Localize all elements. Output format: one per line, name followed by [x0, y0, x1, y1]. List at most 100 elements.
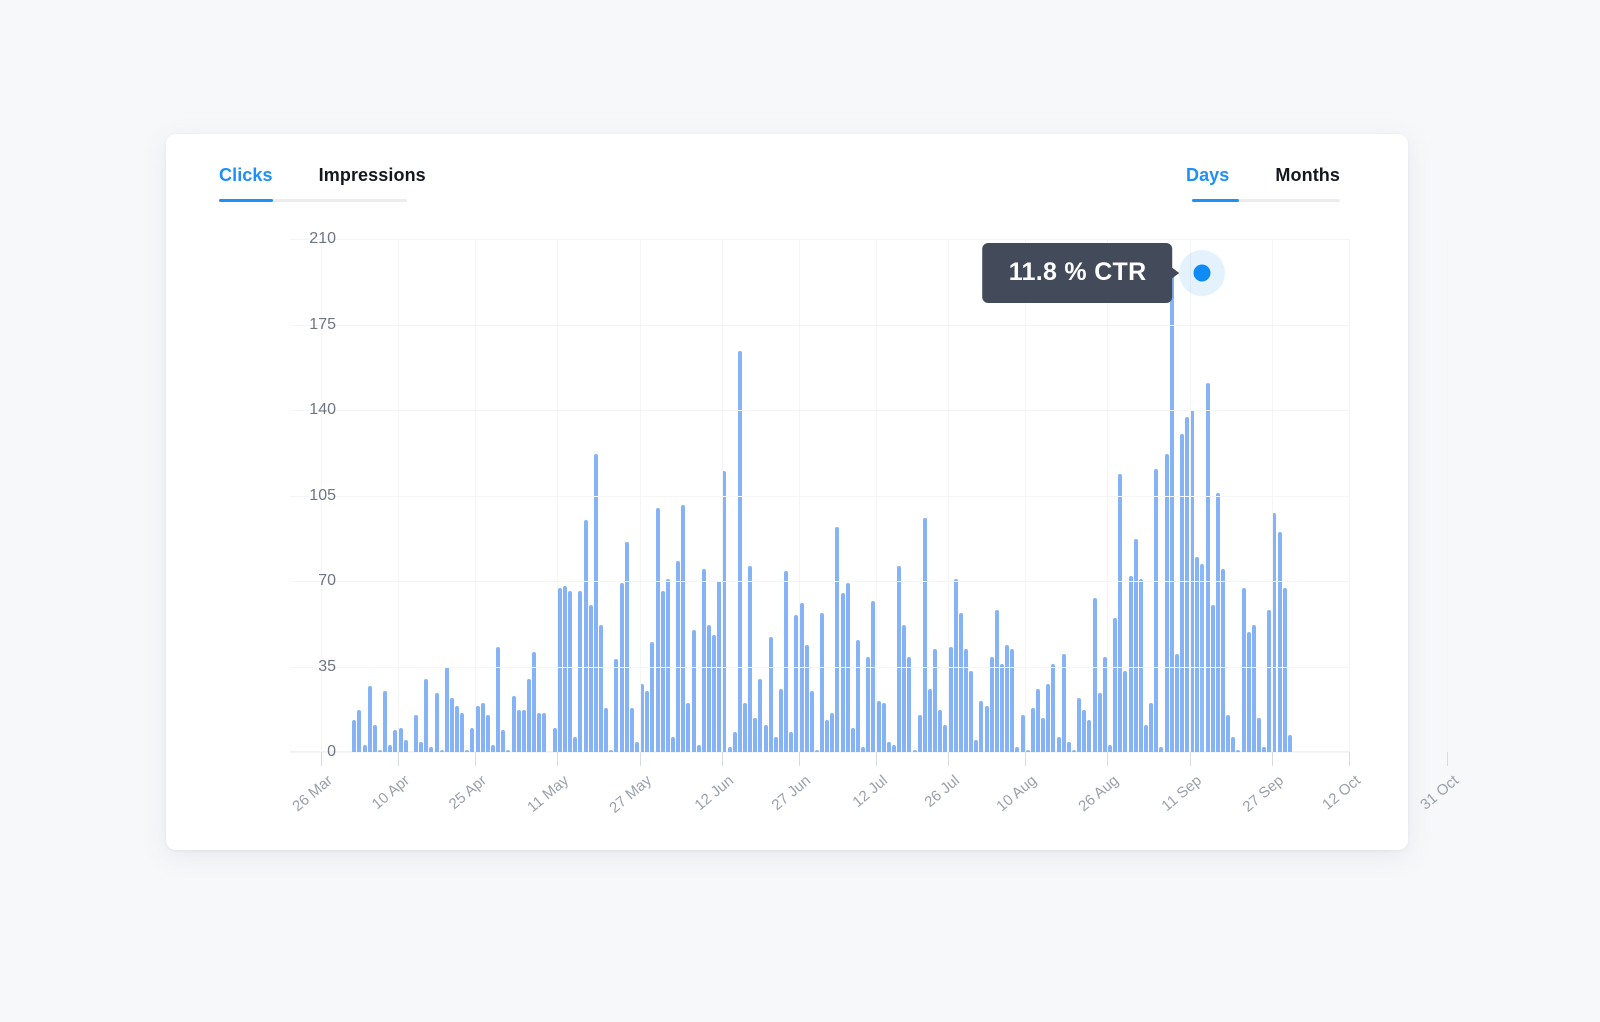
bar[interactable] — [1164, 453, 1169, 752]
bar[interactable] — [753, 717, 758, 752]
bar[interactable] — [892, 744, 897, 752]
bar[interactable] — [393, 730, 398, 752]
bar[interactable] — [372, 725, 377, 752]
bar[interactable] — [722, 471, 727, 752]
bar[interactable] — [804, 644, 809, 752]
bar[interactable] — [881, 703, 886, 752]
bar[interactable] — [568, 590, 573, 752]
bar[interactable] — [856, 639, 861, 752]
bar[interactable] — [449, 698, 454, 752]
bar[interactable] — [398, 727, 403, 752]
bar[interactable] — [475, 705, 480, 752]
bar[interactable] — [1241, 588, 1246, 752]
bar[interactable] — [583, 519, 588, 752]
bar[interactable] — [1030, 708, 1035, 752]
bar[interactable] — [655, 507, 660, 752]
bar[interactable] — [794, 615, 799, 752]
bar[interactable] — [388, 744, 393, 752]
bar[interactable] — [593, 453, 598, 752]
bar[interactable] — [748, 566, 753, 752]
bar[interactable] — [969, 671, 974, 752]
bar[interactable] — [958, 612, 963, 752]
bar[interactable] — [1082, 710, 1087, 752]
bar[interactable] — [419, 742, 424, 752]
bar[interactable] — [994, 610, 999, 752]
bar[interactable] — [943, 725, 948, 752]
bar[interactable] — [1179, 434, 1184, 752]
bar[interactable] — [825, 720, 830, 752]
bar[interactable] — [1143, 725, 1148, 752]
bar[interactable] — [1113, 617, 1118, 752]
bar[interactable] — [676, 561, 681, 752]
bar[interactable] — [1128, 576, 1133, 752]
bar[interactable] — [1221, 568, 1226, 752]
bar[interactable] — [1051, 664, 1056, 752]
bar[interactable] — [599, 624, 604, 752]
bar[interactable] — [1092, 598, 1097, 752]
bar[interactable] — [1020, 715, 1025, 752]
bar[interactable] — [619, 583, 624, 752]
bar[interactable] — [953, 578, 958, 752]
bar[interactable] — [542, 712, 547, 752]
bar[interactable] — [1061, 654, 1066, 752]
bar[interactable] — [902, 624, 907, 752]
bar[interactable] — [383, 690, 388, 752]
bar[interactable] — [367, 686, 372, 752]
bar[interactable] — [424, 678, 429, 752]
bar[interactable] — [1282, 588, 1287, 752]
bar[interactable] — [1149, 703, 1154, 752]
bar[interactable] — [1251, 624, 1256, 752]
bar[interactable] — [876, 700, 881, 752]
bar[interactable] — [948, 646, 953, 752]
bar[interactable] — [830, 712, 835, 752]
bar[interactable] — [1010, 649, 1015, 752]
bar-highlighted[interactable] — [1200, 563, 1205, 752]
bar[interactable] — [645, 690, 650, 752]
bar[interactable] — [1257, 717, 1262, 752]
bar[interactable] — [681, 505, 686, 752]
bar[interactable] — [1107, 744, 1112, 752]
bar[interactable] — [444, 666, 449, 752]
bar[interactable] — [974, 739, 979, 752]
bar[interactable] — [1077, 698, 1082, 752]
bar[interactable] — [1041, 717, 1046, 752]
bar[interactable] — [1056, 737, 1061, 752]
bar[interactable] — [701, 568, 706, 752]
bar[interactable] — [527, 678, 532, 752]
tab-clicks[interactable]: Clicks — [219, 165, 273, 197]
bar[interactable] — [1215, 493, 1220, 752]
tab-months[interactable]: Months — [1275, 165, 1340, 197]
bar[interactable] — [455, 705, 460, 752]
bar[interactable] — [501, 730, 506, 752]
bar[interactable] — [773, 737, 778, 752]
tab-days[interactable]: Days — [1186, 165, 1229, 197]
bar[interactable] — [768, 637, 773, 752]
bar[interactable] — [1185, 417, 1190, 752]
bar[interactable] — [604, 708, 609, 752]
bar[interactable] — [470, 727, 475, 752]
bar[interactable] — [521, 710, 526, 752]
bar[interactable] — [563, 585, 568, 752]
bar[interactable] — [1102, 656, 1107, 752]
bar[interactable] — [933, 649, 938, 752]
bar[interactable] — [1138, 578, 1143, 752]
bar[interactable] — [784, 571, 789, 752]
bar[interactable] — [1226, 715, 1231, 752]
bar[interactable] — [640, 683, 645, 752]
bar[interactable] — [845, 583, 850, 752]
bar[interactable] — [1118, 473, 1123, 752]
tab-impressions[interactable]: Impressions — [319, 165, 426, 197]
bar[interactable] — [691, 629, 696, 752]
bar[interactable] — [1169, 273, 1174, 752]
bar[interactable] — [938, 710, 943, 752]
bar[interactable] — [1205, 383, 1210, 752]
bar[interactable] — [964, 649, 968, 752]
bar[interactable] — [1005, 644, 1010, 752]
bar[interactable] — [820, 612, 825, 752]
bar[interactable] — [352, 720, 357, 752]
bar[interactable] — [897, 566, 902, 752]
bar[interactable] — [1272, 512, 1277, 752]
bar[interactable] — [835, 527, 840, 752]
bar[interactable] — [614, 659, 619, 752]
bar[interactable] — [1195, 556, 1200, 752]
